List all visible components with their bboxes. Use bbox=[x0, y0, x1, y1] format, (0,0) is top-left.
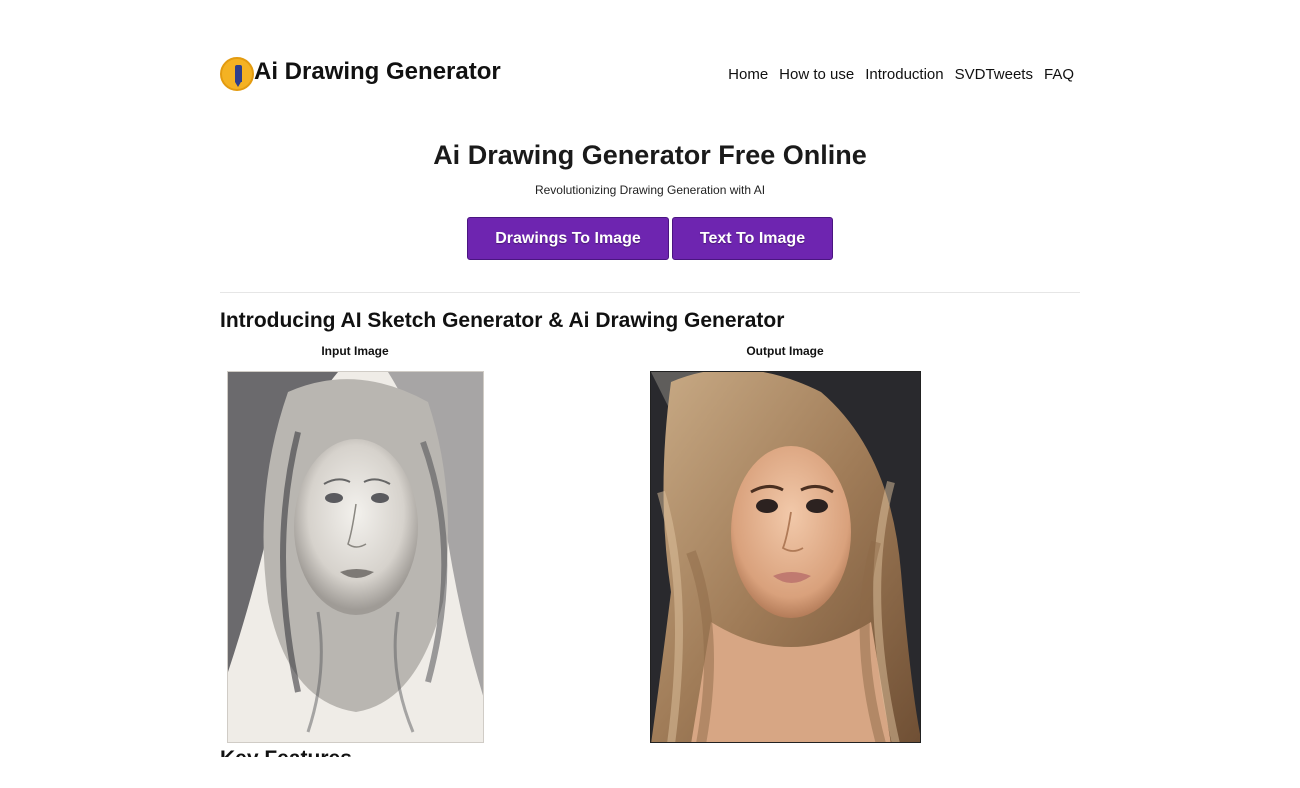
site-header: Ai Drawing Generator Home How to use Int… bbox=[220, 56, 1080, 92]
page-subtitle: Revolutionizing Drawing Generation with … bbox=[534, 183, 766, 197]
output-image-caption: Output Image bbox=[746, 344, 824, 358]
drawings-to-image-button[interactable]: Drawings To Image bbox=[467, 217, 669, 260]
nav-how-to-use[interactable]: How to use bbox=[779, 66, 854, 83]
input-sketch-image bbox=[227, 371, 484, 743]
page-title: Ai Drawing Generator Free Online bbox=[433, 140, 867, 170]
text-to-image-button[interactable]: Text To Image bbox=[672, 217, 833, 260]
nav-faq[interactable]: FAQ bbox=[1044, 66, 1074, 83]
section-title: Introducing AI Sketch Generator & Ai Dra… bbox=[220, 309, 785, 332]
nav-svdtweets[interactable]: SVDTweets bbox=[955, 66, 1033, 83]
site-brand[interactable]: Ai Drawing Generator bbox=[254, 58, 501, 86]
section-divider bbox=[220, 292, 1080, 293]
nav-introduction[interactable]: Introduction bbox=[865, 66, 943, 83]
output-photo-image bbox=[650, 371, 921, 743]
input-image-caption: Input Image bbox=[321, 344, 389, 358]
nav-home[interactable]: Home bbox=[728, 66, 768, 83]
pencil-icon[interactable] bbox=[220, 57, 254, 91]
main-nav: Home How to use Introduction SVDTweets F… bbox=[728, 66, 1074, 83]
